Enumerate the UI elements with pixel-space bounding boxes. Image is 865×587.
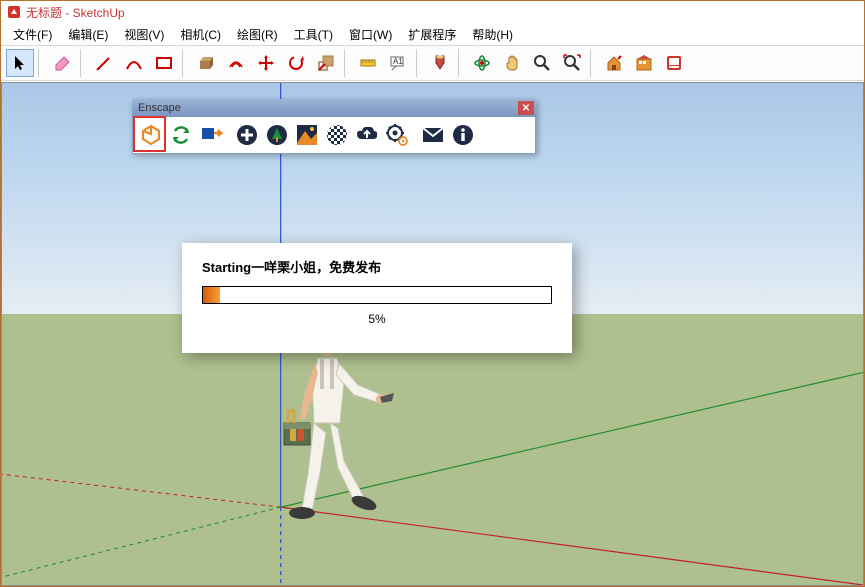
enscape-start-button[interactable] [137, 121, 165, 149]
enscape-title-text: Enscape [138, 102, 181, 114]
text-tool[interactable]: A1 [384, 49, 412, 77]
tape-tool[interactable] [354, 49, 382, 77]
pushpull-tool[interactable] [192, 49, 220, 77]
scale-figure [272, 323, 402, 533]
main-toolbar: A1 [1, 45, 864, 81]
enscape-upload-button[interactable] [353, 121, 381, 149]
enscape-feedback-button[interactable] [419, 121, 447, 149]
menu-window[interactable]: 窗口(W) [341, 24, 400, 45]
line-tool[interactable] [90, 49, 118, 77]
toolbar-separator [80, 49, 86, 77]
zoom-tool[interactable] [528, 49, 556, 77]
shape-tool[interactable] [150, 49, 178, 77]
enscape-asset-button[interactable] [263, 121, 291, 149]
menu-tools[interactable]: 工具(T) [286, 24, 341, 45]
eraser-tool[interactable] [48, 49, 76, 77]
pan-tool[interactable] [498, 49, 526, 77]
toolbar-separator [344, 49, 350, 77]
progress-percent: 5% [202, 312, 552, 326]
menu-view[interactable]: 视图(V) [116, 24, 172, 45]
progress-dialog: Starting一咩栗小姐，免费发布 5% [182, 243, 572, 353]
menu-camera[interactable]: 相机(C) [172, 24, 229, 45]
select-tool[interactable] [6, 49, 34, 77]
toolbar-separator [38, 49, 44, 77]
menu-file[interactable]: 文件(F) [5, 24, 60, 45]
enscape-texture-button[interactable] [323, 121, 351, 149]
orbit-tool[interactable] [468, 49, 496, 77]
enscape-toolbar [132, 117, 536, 154]
zoom-extents-tool[interactable] [558, 49, 586, 77]
menu-help[interactable]: 帮助(H) [464, 24, 521, 45]
paint-tool[interactable] [426, 49, 454, 77]
enscape-toolbar-window[interactable]: Enscape ✕ [132, 99, 536, 154]
scale-tool[interactable] [312, 49, 340, 77]
progress-fill [203, 287, 220, 303]
enscape-add-button[interactable] [233, 121, 261, 149]
progress-title: Starting一咩栗小姐，免费发布 [202, 257, 552, 276]
enscape-sync-button[interactable] [167, 121, 195, 149]
menu-bar: 文件(F) 编辑(E) 视图(V) 相机(C) 绘图(R) 工具(T) 窗口(W… [1, 23, 864, 45]
layout-tool[interactable] [660, 49, 688, 77]
toolbar-separator [413, 121, 417, 149]
arc-tool[interactable] [120, 49, 148, 77]
toolbar-separator [458, 49, 464, 77]
toolbar-separator [227, 121, 231, 149]
progress-bar [202, 286, 552, 304]
toolbar-separator [590, 49, 596, 77]
enscape-settings-button[interactable] [383, 121, 411, 149]
toolbar-separator [416, 49, 422, 77]
title-bar: 无标题 - SketchUp [1, 1, 864, 23]
rotate-tool[interactable] [282, 49, 310, 77]
enscape-about-button[interactable] [449, 121, 477, 149]
close-icon[interactable]: ✕ [518, 101, 534, 115]
warehouse-tool[interactable] [600, 49, 628, 77]
ground [2, 314, 863, 585]
menu-extensions[interactable]: 扩展程序 [400, 24, 464, 45]
enscape-material-button[interactable] [293, 121, 321, 149]
toolbar-separator [182, 49, 188, 77]
menu-draw[interactable]: 绘图(R) [229, 24, 286, 45]
svg-text:A1: A1 [393, 57, 403, 66]
extension-warehouse-tool[interactable] [630, 49, 658, 77]
menu-edit[interactable]: 编辑(E) [60, 24, 116, 45]
enscape-title-bar[interactable]: Enscape ✕ [132, 99, 536, 117]
app-icon [7, 5, 21, 19]
move-tool[interactable] [252, 49, 280, 77]
viewport[interactable]: Enscape ✕ Starting一咩栗小姐，免费发布 5% [1, 82, 864, 586]
offset-tool[interactable] [222, 49, 250, 77]
enscape-views-button[interactable] [197, 121, 225, 149]
window-title: 无标题 - SketchUp [26, 4, 125, 21]
